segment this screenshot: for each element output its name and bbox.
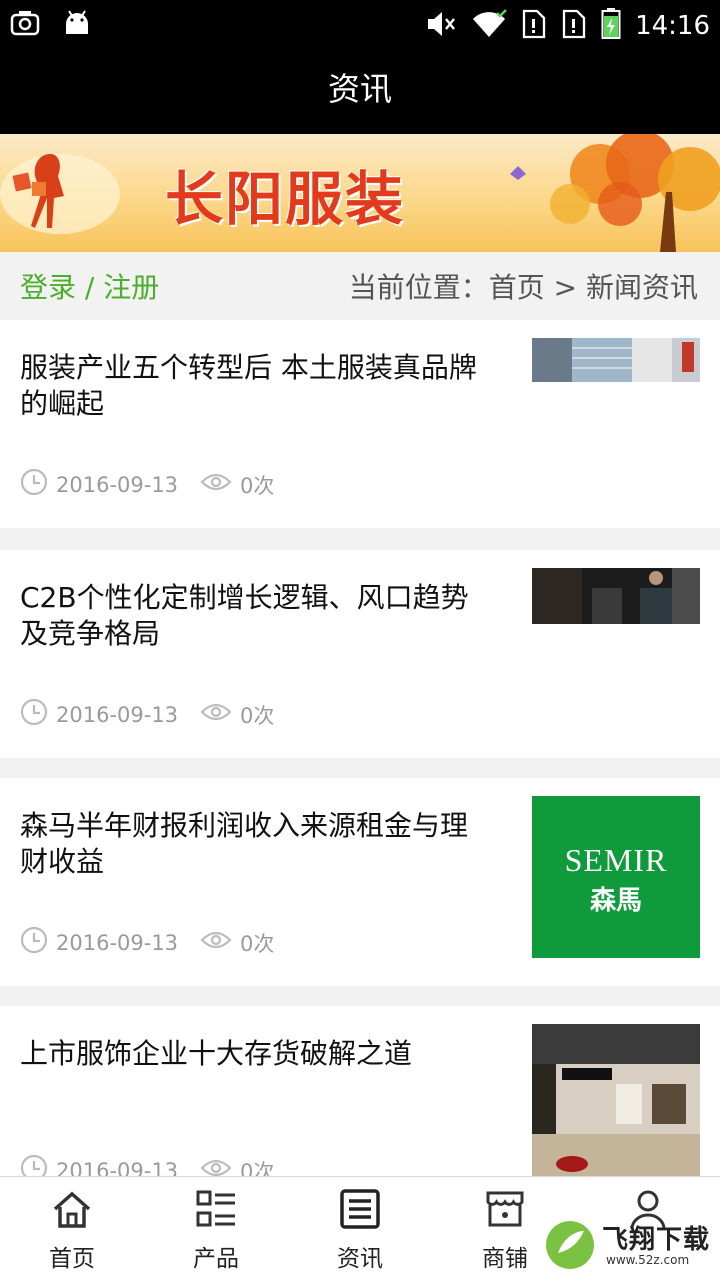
clock-icon: [20, 1154, 48, 1176]
banner-title: 长阳服装: [165, 165, 406, 233]
news-icon: [339, 1189, 381, 1233]
eye-icon: [200, 929, 232, 956]
tab-news[interactable]: 资讯: [310, 1189, 410, 1273]
watermark: 飞翔下载 www.52z.com: [542, 1217, 712, 1273]
tab-label: 首页: [49, 1246, 95, 1272]
clock: 14:16: [635, 11, 710, 41]
tab-label: 产品: [193, 1246, 239, 1272]
semir-logo-text: SEMIR: [564, 842, 668, 878]
news-title: 上市服饰企业十大存货破解之道: [20, 1037, 413, 1070]
wifi-icon: [471, 9, 507, 43]
watermark-url: www.52z.com: [606, 1253, 690, 1267]
clock-icon: [20, 926, 48, 959]
news-meta: 2016-09-13 0次: [20, 926, 274, 959]
tab-home[interactable]: 首页: [22, 1189, 122, 1273]
news-meta: 2016-09-13 0次: [20, 1154, 274, 1176]
news-title: 服装产业五个转型后 本土服装真品牌的崛起: [20, 351, 477, 420]
sim-card-1-icon: [521, 9, 547, 43]
eye-icon: [200, 471, 232, 498]
status-bar: 14:16: [0, 0, 720, 50]
news-date: 2016-09-13: [56, 1158, 179, 1177]
banner[interactable]: 长阳服装: [0, 134, 720, 252]
watermark-logo-icon: [546, 1221, 594, 1269]
news-item[interactable]: 森马半年财报利润收入来源租金与理财收益 2016-09-13 0次 SEMIR …: [0, 778, 720, 986]
news-item[interactable]: 上市服饰企业十大存货破解之道 2016-09-13 0次: [0, 1006, 720, 1176]
tab-label: 资讯: [337, 1246, 383, 1272]
news-meta: 2016-09-13 0次: [20, 698, 274, 731]
news-views: 0次: [240, 473, 275, 498]
news-title: 森马半年财报利润收入来源租金与理财收益: [20, 809, 469, 878]
battery-charging-icon: [601, 8, 621, 44]
clock-icon: [20, 698, 48, 731]
breadcrumb: 登录 / 注册 当前位置：首页 > 新闻资讯: [0, 252, 720, 320]
screenshot-icon: [10, 8, 40, 42]
home-icon: [51, 1191, 93, 1233]
eye-icon: [200, 701, 232, 728]
sim-card-2-icon: [561, 9, 587, 43]
list-icon: [195, 1190, 237, 1233]
tab-store[interactable]: 商铺: [455, 1189, 555, 1273]
login-register-link[interactable]: 登录 / 注册: [20, 266, 159, 306]
semir-logo-cn: 森馬: [589, 886, 642, 916]
news-date: 2016-09-13: [56, 702, 179, 727]
news-views: 0次: [240, 703, 275, 728]
eye-icon: [200, 1157, 232, 1176]
news-views: 0次: [240, 931, 275, 956]
news-date: 2016-09-13: [56, 472, 179, 497]
tab-products[interactable]: 产品: [166, 1189, 266, 1273]
bottom-tab-bar: 首页 产品 资讯 商铺 飞翔下载 www.52z.com: [0, 1176, 720, 1281]
clock-icon: [20, 468, 48, 501]
watermark-text: 飞翔下载: [602, 1225, 711, 1255]
news-item[interactable]: C2B个性化定制增长逻辑、风口趋势及竞争格局 2016-09-13 0次: [0, 550, 720, 758]
current-location: 当前位置：首页 > 新闻资讯: [348, 271, 698, 304]
news-thumbnail: [532, 568, 700, 624]
news-thumbnail: SEMIR 森馬: [532, 796, 700, 958]
tab-label: 商铺: [482, 1246, 528, 1272]
mute-icon: [425, 9, 457, 43]
news-item[interactable]: 服装产业五个转型后 本土服装真品牌的崛起 2016-09-13 0次: [0, 320, 720, 528]
store-icon: [484, 1191, 526, 1233]
news-thumbnail: [532, 338, 700, 382]
android-icon: [62, 8, 92, 42]
news-views: 0次: [240, 1159, 275, 1177]
news-list: 服装产业五个转型后 本土服装真品牌的崛起 2016-09-13 0次 C2B个性…: [0, 320, 720, 1176]
news-meta: 2016-09-13 0次: [20, 468, 274, 501]
news-title: C2B个性化定制增长逻辑、风口趋势及竞争格局: [20, 581, 469, 650]
page-title: 资讯: [0, 50, 720, 134]
news-date: 2016-09-13: [56, 930, 179, 955]
news-thumbnail: [532, 1024, 700, 1176]
